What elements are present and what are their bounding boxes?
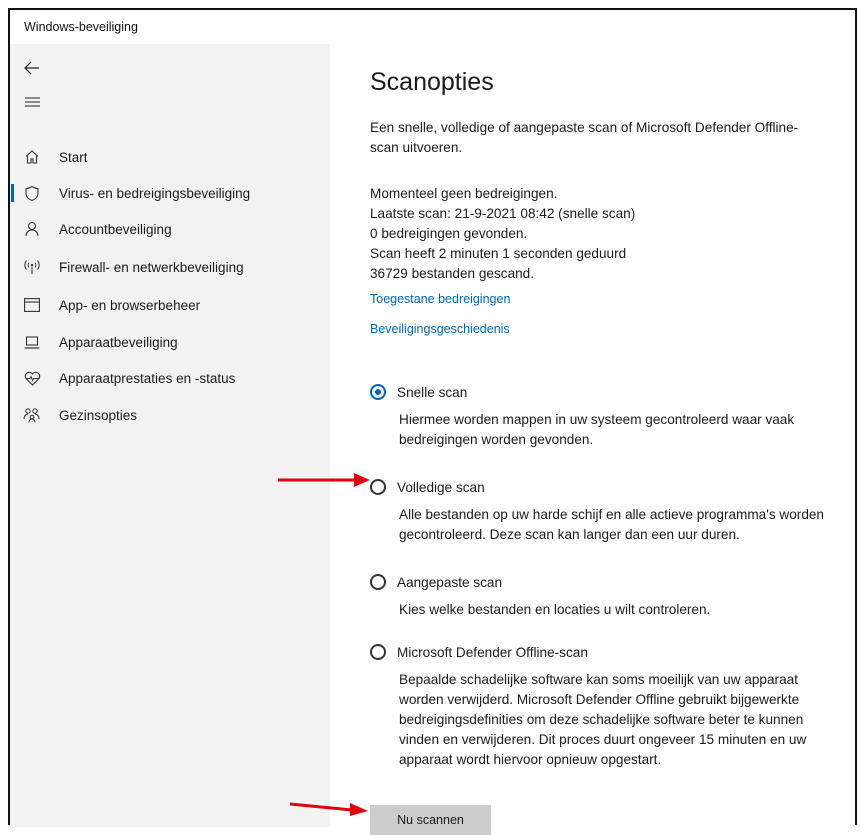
- app-window: Windows-beveiliging Start Virus- en bedr…: [8, 8, 857, 835]
- option-label: Microsoft Defender Offline-scan: [397, 644, 588, 660]
- home-icon: [22, 147, 42, 167]
- sidebar-item-label: Firewall- en netwerkbeveiliging: [59, 259, 244, 275]
- sidebar-item-start[interactable]: Start: [10, 139, 330, 175]
- option-label: Aangepaste scan: [397, 574, 503, 590]
- person-icon: [22, 219, 42, 239]
- option-description: Bepaalde schadelijke software kan soms m…: [399, 672, 807, 767]
- sidebar-item-account-protection[interactable]: Accountbeveiliging: [10, 211, 330, 247]
- page-title: Scanopties: [370, 68, 494, 96]
- offline-scan-radio-row[interactable]: Microsoft Defender Offline-scan: [370, 644, 840, 660]
- window-title: Windows-beveiliging: [24, 20, 138, 34]
- main-content: Scanopties Een snelle, volledige of aang…: [330, 44, 855, 835]
- option-description: Kies welke bestanden en locaties u wilt …: [399, 602, 711, 617]
- scan-now-button[interactable]: Nu scannen: [370, 805, 491, 835]
- sidebar-item-label: Accountbeveiliging: [59, 221, 172, 237]
- quick-scan-radio[interactable]: [370, 384, 386, 400]
- sidebar-item-virus-protection[interactable]: Virus- en bedreigingsbeveiliging: [10, 175, 330, 211]
- shield-icon: [22, 183, 42, 203]
- sidebar-item-device-performance[interactable]: Apparaatprestaties en -status: [10, 360, 330, 396]
- heart-pulse-icon: [22, 368, 42, 388]
- option-description: Alle bestanden op uw harde schijf en all…: [399, 507, 824, 542]
- sidebar-item-label: Gezinsopties: [59, 407, 138, 423]
- protection-history-link[interactable]: Beveiligingsgeschiedenis: [370, 322, 510, 336]
- sidebar-item-label: App- en browserbeheer: [59, 297, 201, 313]
- sidebar-item-label: Virus- en bedreigingsbeveiliging: [59, 185, 251, 201]
- custom-scan-option: Aangepaste scan Kies welke bestanden en …: [370, 574, 840, 620]
- option-label: Volledige scan: [397, 479, 485, 495]
- status-line: 0 bedreigingen gevonden.: [370, 226, 528, 241]
- sidebar-item-firewall[interactable]: Firewall- en netwerkbeveiliging: [10, 249, 330, 285]
- scan-status: Momenteel geen bedreigingen. Laatste sca…: [370, 184, 635, 284]
- status-line: Scan heeft 2 minuten 1 seconden geduurd: [370, 246, 627, 261]
- sidebar-item-label: Apparaatprestaties en -status: [59, 370, 236, 386]
- offline-scan-radio[interactable]: [370, 644, 386, 660]
- page-description: Een snelle, volledige of aangepaste scan…: [370, 120, 799, 155]
- hamburger-menu-icon: [24, 97, 40, 107]
- option-description: Hiermee worden mappen in uw systeem geco…: [399, 412, 795, 447]
- full-scan-radio[interactable]: [370, 479, 386, 495]
- browser-window-icon: [22, 295, 42, 315]
- quick-scan-option: Snelle scan Hiermee worden mappen in uw …: [370, 384, 840, 450]
- laptop-icon: [22, 332, 42, 352]
- full-scan-option: Volledige scan Alle bestanden op uw hard…: [370, 479, 840, 545]
- sidebar: Start Virus- en bedreigingsbeveiliging A…: [10, 44, 330, 827]
- full-scan-radio-row[interactable]: Volledige scan: [370, 479, 840, 495]
- red-arrow-icon: [289, 802, 368, 816]
- status-line: 36729 bestanden gescand.: [370, 266, 535, 281]
- family-icon: [22, 405, 42, 425]
- sidebar-item-label: Start: [59, 149, 88, 165]
- allowed-threats-link[interactable]: Toegestane bedreigingen: [370, 292, 510, 306]
- sidebar-item-device-security[interactable]: Apparaatbeveiliging: [10, 324, 330, 360]
- sidebar-item-label: Apparaatbeveiliging: [59, 334, 178, 350]
- sidebar-item-app-browser[interactable]: App- en browserbeheer: [10, 287, 330, 323]
- sidebar-item-family-options[interactable]: Gezinsopties: [10, 397, 330, 433]
- antenna-icon: [22, 257, 42, 277]
- status-line: Momenteel geen bedreigingen.: [370, 186, 558, 201]
- status-line: Laatste scan: 21-9-2021 08:42 (snelle sc…: [370, 206, 636, 221]
- menu-button[interactable]: [18, 88, 46, 116]
- offline-scan-option: Microsoft Defender Offline-scan Bepaalde…: [370, 644, 840, 770]
- quick-scan-radio-row[interactable]: Snelle scan: [370, 384, 840, 400]
- custom-scan-radio-row[interactable]: Aangepaste scan: [370, 574, 840, 590]
- custom-scan-radio[interactable]: [370, 574, 386, 590]
- back-arrow-icon: [24, 61, 39, 75]
- red-arrow-icon: [278, 473, 370, 487]
- option-label: Snelle scan: [397, 384, 468, 400]
- back-button[interactable]: [18, 54, 46, 82]
